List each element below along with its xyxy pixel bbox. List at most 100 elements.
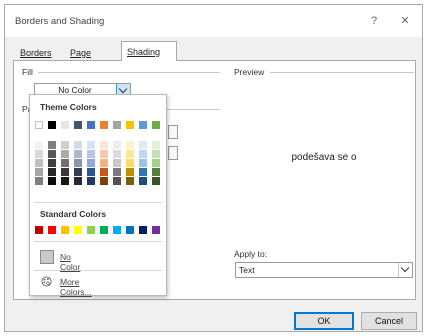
theme-shade-swatch[interactable] [100,177,108,185]
theme-shade-swatch[interactable] [35,168,43,176]
palette-icon [41,276,52,287]
tab-shading[interactable]: Shading [121,41,177,61]
pattern-color-combobox-edge[interactable] [168,146,178,160]
theme-shade-swatch[interactable] [113,159,121,167]
theme-shade-swatch[interactable] [74,141,82,149]
help-button[interactable]: ? [363,11,385,31]
theme-shade-swatch[interactable] [126,177,134,185]
preview-area: podešava se o [234,84,414,244]
theme-shade-swatch[interactable] [126,150,134,158]
standard-color-swatch[interactable] [87,226,95,234]
standard-color-swatch[interactable] [152,226,160,234]
dialog-title: Borders and Shading [15,16,105,27]
apply-to-dropdown-button[interactable] [398,263,412,277]
pattern-style-combobox-edge[interactable] [168,125,178,139]
theme-shade-swatch[interactable] [48,150,56,158]
theme-shade-swatch[interactable] [87,159,95,167]
theme-shade-swatch[interactable] [35,177,43,185]
theme-color-swatch[interactable] [139,121,147,129]
standard-colors-heading: Standard Colors [40,209,107,219]
theme-color-swatch[interactable] [100,121,108,129]
theme-color-swatch[interactable] [61,121,69,129]
standard-color-swatch[interactable] [61,226,69,234]
theme-color-swatch[interactable] [35,121,43,129]
theme-shade-swatch[interactable] [139,177,147,185]
theme-shade-swatch[interactable] [74,168,82,176]
standard-color-swatch[interactable] [48,226,56,234]
theme-shade-swatch[interactable] [61,168,69,176]
theme-shade-swatch[interactable] [139,168,147,176]
standard-color-swatch[interactable] [100,226,108,234]
theme-shade-swatch[interactable] [48,159,56,167]
theme-shade-swatch[interactable] [126,159,134,167]
chevron-down-icon [118,84,128,94]
preview-label: Preview [234,67,265,77]
theme-shade-swatch[interactable] [61,150,69,158]
theme-shade-swatch[interactable] [48,177,56,185]
theme-color-swatch[interactable] [152,121,160,129]
fill-separator [38,72,220,73]
theme-shade-swatch[interactable] [35,159,43,167]
close-icon: ✕ [400,15,410,27]
tab-borders[interactable]: Borders [15,45,57,61]
theme-shade-swatch[interactable] [139,141,147,149]
standard-color-swatch[interactable] [74,226,82,234]
theme-color-swatch[interactable] [113,121,121,129]
theme-separator [34,202,162,203]
theme-shade-swatch[interactable] [100,159,108,167]
theme-shade-swatch[interactable] [113,141,121,149]
preview-text: podešava se o [291,152,357,163]
theme-shade-swatch[interactable] [126,168,134,176]
theme-shade-swatch[interactable] [74,150,82,158]
fill-label: Fill [22,67,33,77]
close-button[interactable]: ✕ [394,11,416,31]
theme-color-swatch[interactable] [87,121,95,129]
theme-shade-swatch[interactable] [74,159,82,167]
theme-shade-swatch[interactable] [139,159,147,167]
theme-shade-swatch[interactable] [126,141,134,149]
theme-shade-swatch[interactable] [152,168,160,176]
theme-shade-swatch[interactable] [100,168,108,176]
theme-shade-swatch[interactable] [48,168,56,176]
color-picker-dropdown: Theme Colors Standard Colors No Color Mo… [29,94,167,297]
theme-shade-swatch[interactable] [152,159,160,167]
theme-shade-swatch[interactable] [152,150,160,158]
theme-shade-swatch[interactable] [152,177,160,185]
theme-colors-heading: Theme Colors [40,102,97,112]
more-colors-label: More Colors... [60,277,92,297]
standard-color-swatch[interactable] [139,226,147,234]
theme-shade-swatch[interactable] [87,141,95,149]
theme-shade-swatch[interactable] [61,141,69,149]
theme-shade-swatch[interactable] [61,177,69,185]
no-color-separator [34,270,162,271]
ok-button[interactable]: OK [294,312,354,330]
theme-shade-swatch[interactable] [87,168,95,176]
theme-shade-swatch[interactable] [61,159,69,167]
standard-color-swatch[interactable] [113,226,121,234]
standard-color-swatch[interactable] [126,226,134,234]
no-color-swatch-icon [40,250,54,264]
theme-shade-swatch[interactable] [87,177,95,185]
theme-shade-swatch[interactable] [35,141,43,149]
theme-shade-swatch[interactable] [152,141,160,149]
apply-to-combobox[interactable]: Text [235,262,413,278]
theme-shade-swatch[interactable] [35,150,43,158]
cancel-button[interactable]: Cancel [361,312,417,330]
standard-color-swatch[interactable] [35,226,43,234]
tab-page-border[interactable]: Page Border [65,45,102,74]
title-bar: Borders and Shading ? ✕ [5,5,422,37]
theme-color-swatch[interactable] [74,121,82,129]
theme-shade-swatch[interactable] [87,150,95,158]
theme-shade-swatch[interactable] [113,150,121,158]
theme-shade-swatch[interactable] [113,177,121,185]
theme-color-swatch[interactable] [48,121,56,129]
no-color-label: No Color [60,252,81,272]
theme-color-swatch[interactable] [126,121,134,129]
theme-shade-swatch[interactable] [139,150,147,158]
theme-shade-swatch[interactable] [100,150,108,158]
theme-shade-swatch[interactable] [48,141,56,149]
standard-separator [34,241,162,242]
theme-shade-swatch[interactable] [74,177,82,185]
theme-shade-swatch[interactable] [100,141,108,149]
theme-shade-swatch[interactable] [113,168,121,176]
